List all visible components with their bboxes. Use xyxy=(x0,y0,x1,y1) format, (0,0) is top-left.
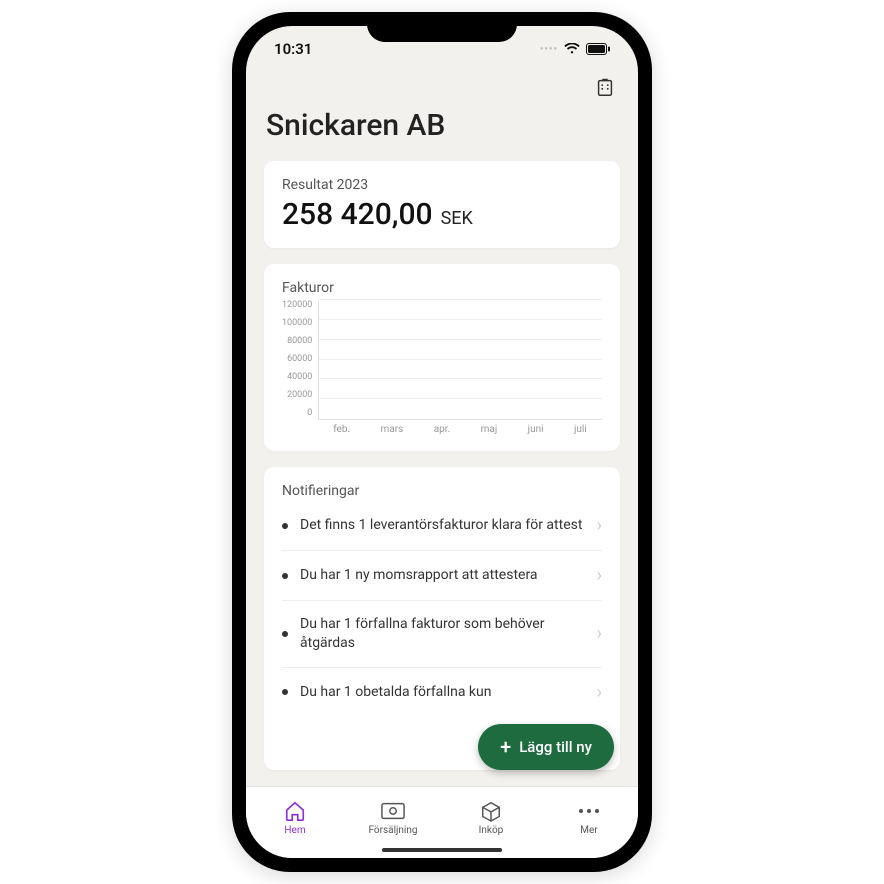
gridline xyxy=(319,359,602,360)
y-tick: 20000 xyxy=(287,390,312,400)
result-card[interactable]: Resultat 2023 258 420,00 SEK xyxy=(264,161,620,248)
bullet-icon xyxy=(282,573,288,579)
bullet-icon xyxy=(282,523,288,529)
chart-bars xyxy=(319,300,602,419)
bullet-icon xyxy=(282,689,288,695)
chart: 120000 100000 80000 60000 40000 20000 0 xyxy=(282,300,602,420)
tab-home[interactable]: Hem xyxy=(260,800,330,836)
chevron-right-icon: › xyxy=(597,515,602,536)
notifications-list: Det finns 1 leverantörsfakturor klara fö… xyxy=(282,509,602,717)
x-tick: mars xyxy=(381,424,404,435)
chevron-right-icon: › xyxy=(597,565,602,586)
y-tick: 40000 xyxy=(287,372,312,382)
notification-text: Du har 1 förfallna fakturor som behöver … xyxy=(300,615,585,653)
invoices-card[interactable]: Fakturor 120000 100000 80000 60000 40000 2000… xyxy=(264,264,620,451)
gridline xyxy=(319,339,602,340)
notification-item[interactable]: Du har 1 förfallna fakturor som behöver … xyxy=(282,600,602,667)
chevron-right-icon: › xyxy=(597,682,602,703)
result-label: Resultat 2023 xyxy=(282,177,602,193)
notch xyxy=(367,12,517,42)
building-icon[interactable] xyxy=(594,76,616,98)
invoices-title: Fakturor xyxy=(282,280,602,296)
plus-icon: + xyxy=(500,737,511,757)
chart-plot xyxy=(318,300,602,420)
gridline xyxy=(319,398,602,399)
tab-box[interactable]: Inköp xyxy=(456,800,526,836)
x-tick: maj xyxy=(481,424,498,435)
gridline xyxy=(319,378,602,379)
tab-cash[interactable]: Försäljning xyxy=(358,800,428,836)
status-time: 10:31 xyxy=(274,40,312,58)
chevron-right-icon: › xyxy=(597,623,602,644)
content-area: Snickaren AB Resultat 2023 258 420,00 SE… xyxy=(246,72,638,786)
gridline xyxy=(319,299,602,300)
tab-label: Mer xyxy=(580,825,597,836)
notification-item[interactable]: Det finns 1 leverantörsfakturor klara fö… xyxy=(282,509,602,550)
notification-text: Du har 1 obetalda förfallna kun xyxy=(300,683,585,702)
page-title: Snickaren AB xyxy=(266,108,620,143)
tab-label: Hem xyxy=(284,825,305,836)
box-icon xyxy=(479,800,503,822)
notification-item[interactable]: Du har 1 obetalda förfallna kun › xyxy=(282,667,602,717)
fab-label: Lägg till ny xyxy=(519,738,592,756)
y-tick: 80000 xyxy=(287,336,312,346)
tab-label: Försäljning xyxy=(368,825,417,836)
result-amount: 258 420,00 xyxy=(282,197,433,232)
notifications-title: Notifieringar xyxy=(282,483,602,499)
x-tick: apr. xyxy=(434,424,450,435)
chart-y-axis: 120000 100000 80000 60000 40000 20000 0 xyxy=(282,300,312,420)
gridline xyxy=(319,319,602,320)
result-currency: SEK xyxy=(441,208,473,229)
more-icon xyxy=(577,800,601,822)
notification-text: Du har 1 ny momsrapport att attestera xyxy=(300,566,585,585)
battery-icon xyxy=(586,43,610,55)
add-new-button[interactable]: + Lägg till ny xyxy=(478,724,614,770)
tab-label: Inköp xyxy=(479,825,504,836)
y-tick: 60000 xyxy=(287,354,312,364)
tab-more[interactable]: Mer xyxy=(554,800,624,836)
bullet-icon xyxy=(282,631,288,637)
notification-item[interactable]: Du har 1 ny momsrapport att attestera › xyxy=(282,550,602,600)
x-tick: juni xyxy=(528,424,544,435)
cash-icon xyxy=(381,800,405,822)
y-tick: 100000 xyxy=(282,318,312,328)
screen: 10:31 •••• Snickaren AB Resultat 2023 xyxy=(246,26,638,858)
signal-dots-icon: •••• xyxy=(540,44,558,55)
y-tick: 0 xyxy=(307,408,312,418)
status-right: •••• xyxy=(540,43,610,55)
header-actions xyxy=(264,72,620,98)
wifi-icon xyxy=(564,43,580,55)
y-tick: 120000 xyxy=(282,300,312,310)
home-icon xyxy=(283,800,307,822)
home-indicator xyxy=(382,848,502,852)
notification-text: Det finns 1 leverantörsfakturor klara fö… xyxy=(300,516,585,535)
phone-frame: 10:31 •••• Snickaren AB Resultat 2023 xyxy=(232,12,652,872)
x-tick: juli xyxy=(574,424,587,435)
x-tick: feb. xyxy=(333,424,350,435)
chart-x-axis: feb. mars apr. maj juni juli xyxy=(318,424,602,435)
amount-row: 258 420,00 SEK xyxy=(282,197,602,232)
